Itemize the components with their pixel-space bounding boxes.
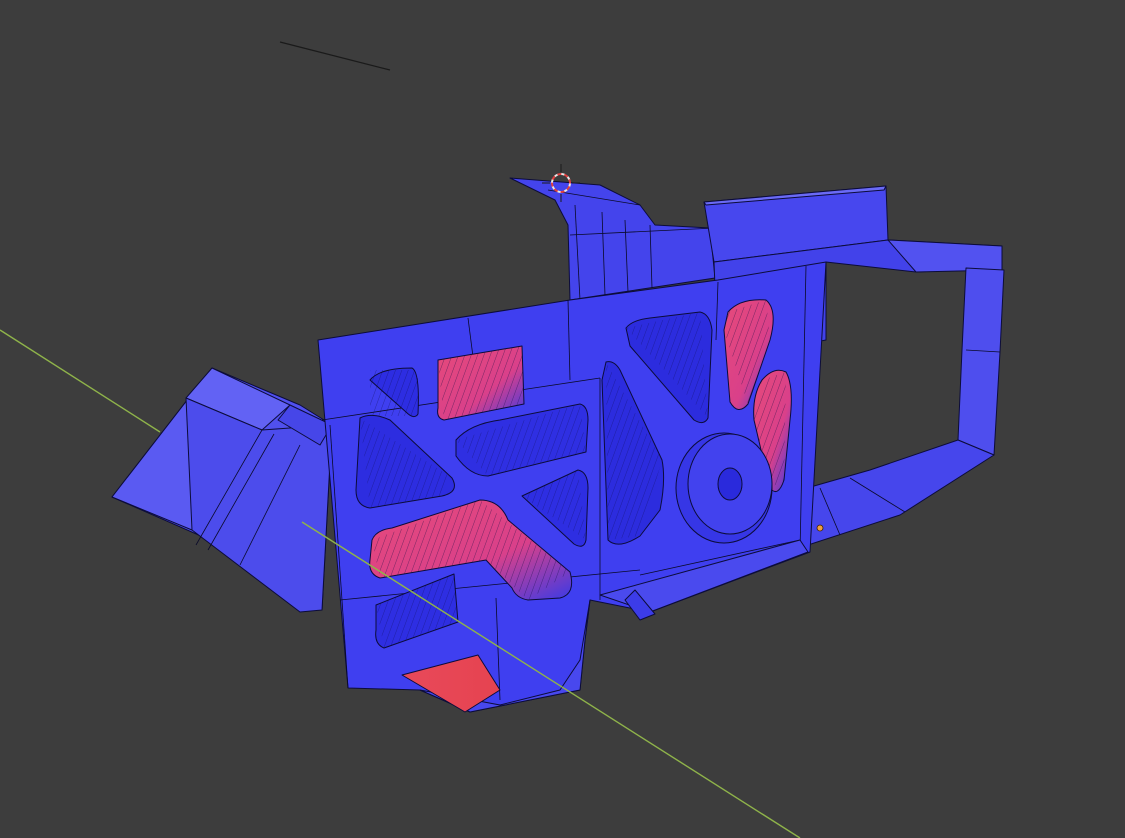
grid-x-axis-line xyxy=(0,329,161,433)
mesh-top-neck[interactable] xyxy=(509,177,889,301)
mesh-left-funnel[interactable] xyxy=(111,367,333,613)
viewport-scene[interactable] xyxy=(0,0,1125,838)
stray-edge-line xyxy=(279,41,391,71)
3d-viewport[interactable] xyxy=(0,0,1125,838)
object-origin-dot xyxy=(816,524,824,532)
mesh-circular-hub[interactable] xyxy=(675,432,773,544)
